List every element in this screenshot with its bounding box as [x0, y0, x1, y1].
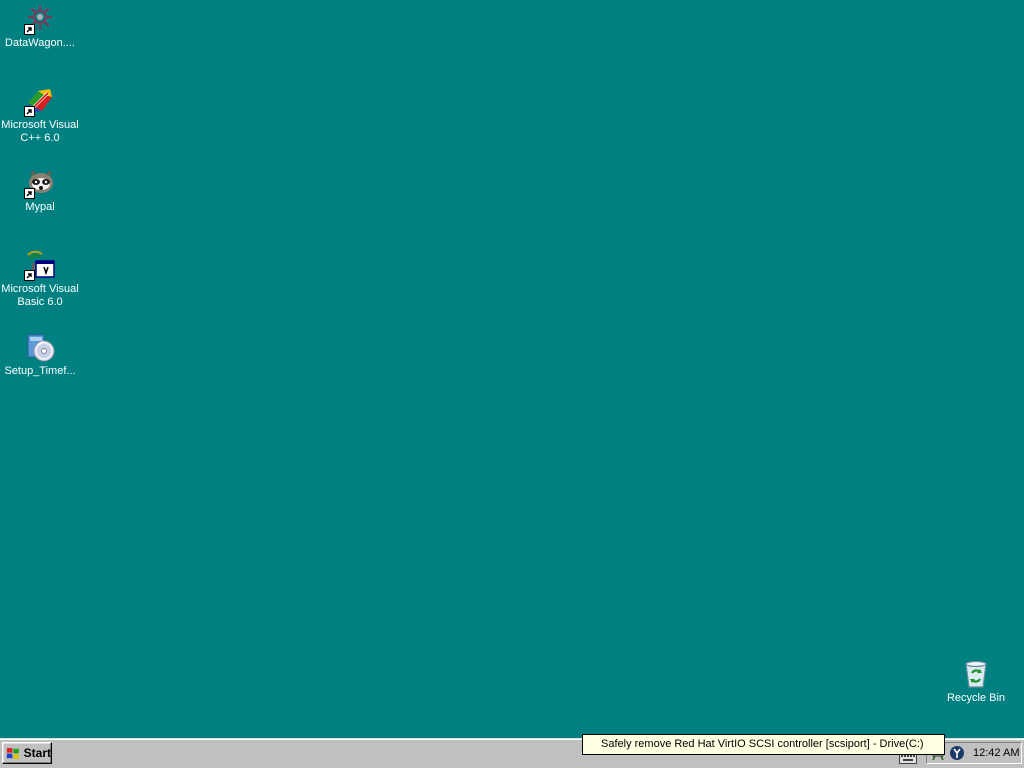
- start-button-label: Start: [23, 746, 51, 760]
- desktop-icon-datawagon[interactable]: DataWagon....: [0, 3, 80, 50]
- shortcut-arrow-icon: [24, 188, 35, 199]
- mypal-icon: [24, 167, 56, 199]
- desktop-icon-visual-cpp[interactable]: Microsoft Visual C++ 6.0: [0, 85, 80, 145]
- desktop-icon-label: Mypal: [25, 201, 55, 213]
- desktop-icon-label: Microsoft Visual C++ 6.0: [1, 119, 79, 144]
- shortcut-arrow-icon: [24, 106, 35, 117]
- visual-cpp-icon: [24, 85, 56, 117]
- desktop-icon-mypal[interactable]: Mypal: [0, 167, 80, 214]
- clock[interactable]: 12:42 AM: [973, 747, 1019, 759]
- desktop-icon-recycle-bin[interactable]: Recycle Bin: [936, 658, 1016, 705]
- desktop-icon-label: Recycle Bin: [946, 692, 1006, 704]
- start-button[interactable]: Start: [2, 742, 52, 764]
- windows-logo-icon: [6, 747, 19, 759]
- recycle-bin-icon: [960, 658, 992, 690]
- shortcut-arrow-icon: [24, 270, 35, 281]
- datawagon-icon: [24, 3, 56, 35]
- tray-tooltip: Safely remove Red Hat VirtIO SCSI contro…: [582, 734, 945, 755]
- desktop-icon-label: Setup_Timef...: [4, 365, 76, 377]
- shortcut-arrow-icon: [24, 24, 35, 35]
- desktop-icon-setup-timef[interactable]: Setup_Timef...: [0, 331, 80, 378]
- setup-installer-icon: [24, 331, 56, 363]
- desktop-icon-visual-basic[interactable]: Microsoft Visual Basic 6.0: [0, 249, 80, 309]
- visual-basic-icon: [24, 249, 56, 281]
- network-icon[interactable]: [949, 745, 965, 761]
- desktop-icon-label: DataWagon....: [5, 37, 75, 49]
- desktop[interactable]: DataWagon.... Microsoft Visual C++ 6.0 M…: [0, 0, 1024, 738]
- desktop-icon-label: Microsoft Visual Basic 6.0: [1, 283, 79, 308]
